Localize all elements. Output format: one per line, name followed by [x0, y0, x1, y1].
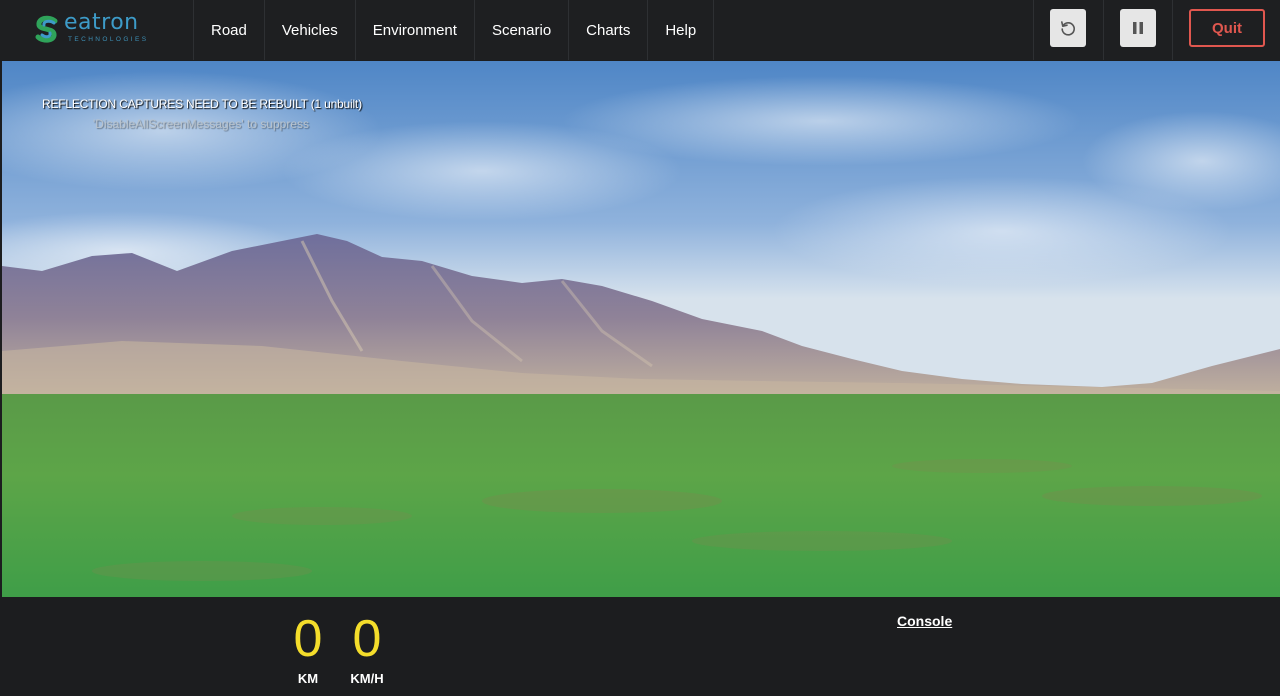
logo-mark-icon: [35, 15, 58, 43]
menu-item-charts[interactable]: Charts: [568, 0, 647, 60]
distance-value: 0: [293, 610, 323, 668]
main-menu: Road Vehicles Environment Scenario Chart…: [193, 0, 715, 60]
menu-item-scenario[interactable]: Scenario: [473, 0, 568, 60]
menu-item-help[interactable]: Help: [647, 0, 715, 60]
distance-unit: KM: [297, 671, 319, 686]
speed-value: 0: [352, 610, 382, 668]
speed-unit: KM/H: [350, 671, 384, 686]
divider: [1103, 0, 1104, 60]
console-link[interactable]: Console: [897, 613, 952, 629]
menu-item-road[interactable]: Road: [193, 0, 264, 60]
divider: [1172, 0, 1173, 60]
reset-icon: [1061, 21, 1075, 36]
pause-icon: [1133, 22, 1143, 34]
speed-readout: 0 KM/H: [344, 611, 390, 686]
menu-item-environment[interactable]: Environment: [354, 0, 474, 60]
divider: [1033, 0, 1034, 60]
reset-button[interactable]: [1050, 9, 1086, 47]
brand-name: eatron: [64, 10, 139, 35]
scene-render: [2, 61, 1280, 597]
distance-readout: 0 KM: [288, 611, 328, 686]
engine-warning-message: REFLECTION CAPTURES NEED TO BE REBUILT (…: [42, 97, 362, 111]
menu-item-vehicles[interactable]: Vehicles: [263, 0, 355, 60]
bottom-hud: 0 KM 0 KM/H Console: [0, 597, 1280, 696]
simulation-viewport[interactable]: REFLECTION CAPTURES NEED TO BE REBUILT (…: [2, 61, 1280, 597]
quit-button[interactable]: Quit: [1189, 9, 1265, 47]
engine-warning-hint: 'DisableAllScreenMessages' to suppress: [93, 117, 310, 131]
brand-tagline: TECHNOLOGIES: [68, 36, 149, 43]
brand-logo: eatron TECHNOLOGIES: [33, 10, 163, 46]
pause-button[interactable]: [1120, 9, 1156, 47]
top-bar: eatron TECHNOLOGIES Road Vehicles Enviro…: [0, 0, 1280, 60]
